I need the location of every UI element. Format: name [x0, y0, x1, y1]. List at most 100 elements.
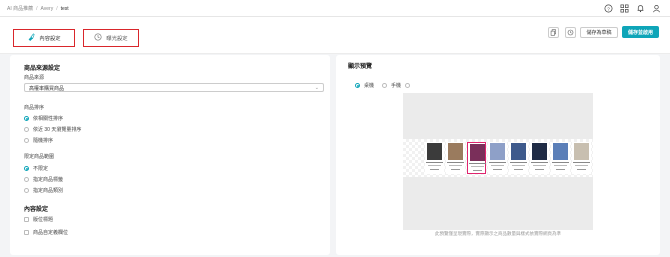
sort-option-random[interactable]: 隨機排序 — [24, 137, 53, 144]
product-text-line — [552, 162, 569, 163]
content-option-custom-field[interactable]: 商品自定義欄位 — [24, 229, 68, 236]
preview-canvas — [403, 93, 593, 230]
product-text-line — [533, 165, 546, 166]
product-image — [532, 143, 547, 160]
product-text-line — [426, 162, 443, 163]
product-text-line — [512, 165, 525, 166]
range-label: 限定商品範圍 — [24, 154, 55, 160]
tab-exposure-settings[interactable]: 曝光設定 — [83, 29, 139, 47]
source-select[interactable]: 高權率購買商品 ⌄ — [24, 83, 324, 92]
tab-content-settings[interactable]: 內容設定 — [13, 29, 75, 47]
preview-title: 顯示預覽 — [348, 64, 373, 70]
save-draft-button[interactable]: 儲存為草稿 — [580, 27, 618, 38]
checkbox-label: 版位標題 — [33, 217, 54, 223]
product-text-line — [491, 165, 504, 166]
range-option-tags[interactable]: 指定商品標籤 — [24, 176, 63, 183]
product-image — [490, 143, 505, 160]
device-option-mobile[interactable]: 手機 — [382, 82, 411, 89]
product-image — [448, 143, 463, 160]
product-card — [446, 142, 465, 174]
breadcrumb-root[interactable]: AI 商品推薦 — [7, 6, 33, 12]
product-text-line — [428, 165, 441, 166]
editor-toolbar: 內容設定 曝光設定 儲存為草稿 儲存並啟用 — [0, 17, 670, 54]
chevron-down-icon: ⌄ — [314, 85, 319, 91]
radio-icon — [382, 83, 387, 88]
grid-icon[interactable] — [620, 4, 629, 13]
source-select-value: 高權率購買商品 — [29, 86, 65, 92]
tab-label: 曝光設定 — [106, 36, 128, 42]
radio-icon — [24, 127, 29, 132]
radio-label: 指定商品標籤 — [33, 177, 64, 183]
radio-label: 隨機排序 — [33, 138, 54, 144]
radio-label: 指定商品類別 — [33, 188, 64, 194]
product-text-line — [575, 165, 588, 166]
product-carousel — [403, 139, 593, 177]
product-text-line — [430, 169, 439, 170]
product-image — [470, 144, 485, 161]
product-card — [425, 142, 444, 174]
save-and-enable-button[interactable]: 儲存並啟用 — [622, 26, 659, 38]
range-option-none[interactable]: 不限定 — [24, 165, 48, 172]
product-text-line — [514, 169, 523, 170]
preview-hint: 此預覽僅呈現實際，實際顯示之商品數量與樣式依實際網頁為準 — [435, 231, 561, 236]
radio-icon — [24, 138, 29, 143]
product-card — [551, 142, 570, 174]
range-option-category[interactable]: 指定商品類別 — [24, 187, 63, 194]
radio-label: 不限定 — [33, 166, 49, 172]
breadcrumb-user[interactable]: Avery — [41, 6, 54, 12]
source-section-title: 商品來源設定 — [24, 66, 61, 72]
product-text-line — [577, 169, 586, 170]
info-icon[interactable] — [405, 83, 411, 88]
breadcrumb: AI 商品推薦 / Avery / test — [7, 5, 69, 12]
device-option-desktop[interactable]: 桌機 — [355, 82, 374, 89]
product-text-line — [554, 165, 567, 166]
radio-label: 手機 — [391, 83, 402, 89]
product-text-line — [493, 169, 502, 170]
product-text-line — [535, 169, 544, 170]
radio-icon — [24, 188, 29, 193]
product-text-line — [449, 165, 462, 166]
product-text-line — [556, 169, 565, 170]
product-image — [553, 143, 568, 160]
sort-option-views[interactable]: 依近 30 天瀏覽量排序 — [24, 126, 81, 133]
copy-icon — [550, 29, 556, 36]
copy-button[interactable] — [548, 27, 559, 38]
history-icon — [567, 29, 574, 36]
radio-icon — [24, 177, 29, 182]
svg-text:?: ? — [607, 6, 610, 11]
checkbox-icon — [24, 217, 29, 222]
brush-icon — [27, 33, 35, 43]
checkbox-label: 商品自定義欄位 — [33, 230, 69, 236]
product-card — [488, 142, 507, 174]
checkbox-icon — [24, 230, 29, 235]
bell-icon[interactable] — [636, 4, 645, 13]
product-text-line — [447, 162, 464, 163]
breadcrumb-separator: / — [56, 6, 58, 12]
product-image — [427, 143, 442, 160]
help-circle-icon[interactable]: ? — [604, 4, 613, 13]
product-card — [467, 142, 486, 174]
radio-label: 依近 30 天瀏覽量排序 — [33, 127, 82, 133]
sort-label: 商品排序 — [24, 105, 45, 111]
content-section-title: 內容設定 — [24, 207, 49, 213]
history-button[interactable] — [565, 27, 576, 38]
product-text-line — [489, 162, 506, 163]
product-text-line — [473, 170, 482, 171]
sort-option-relevance[interactable]: 依相關性排序 — [24, 115, 63, 122]
user-icon[interactable] — [652, 4, 661, 13]
content-option-title[interactable]: 版位標題 — [24, 216, 53, 223]
source-label: 商品來源 — [24, 75, 45, 81]
product-text-line — [469, 163, 486, 164]
product-card — [572, 142, 591, 174]
product-text-line — [510, 162, 527, 163]
radio-label: 依相關性排序 — [33, 116, 64, 122]
preview-panel: 顯示預覽 桌機 手機 此預覽僅呈現實際，實際顯示之商品數量與樣式依實際網頁為準 — [336, 55, 660, 255]
settings-panel: 商品來源設定 商品來源 高權率購買商品 ⌄ 商品排序 依相關性排序 依近 30 … — [10, 55, 330, 255]
product-image — [574, 143, 589, 160]
product-text-line — [573, 162, 590, 163]
product-text-line — [471, 166, 484, 167]
clock-icon — [94, 33, 102, 43]
breadcrumb-current: test — [60, 6, 69, 12]
product-card — [509, 142, 528, 174]
breadcrumb-separator: / — [36, 6, 38, 12]
